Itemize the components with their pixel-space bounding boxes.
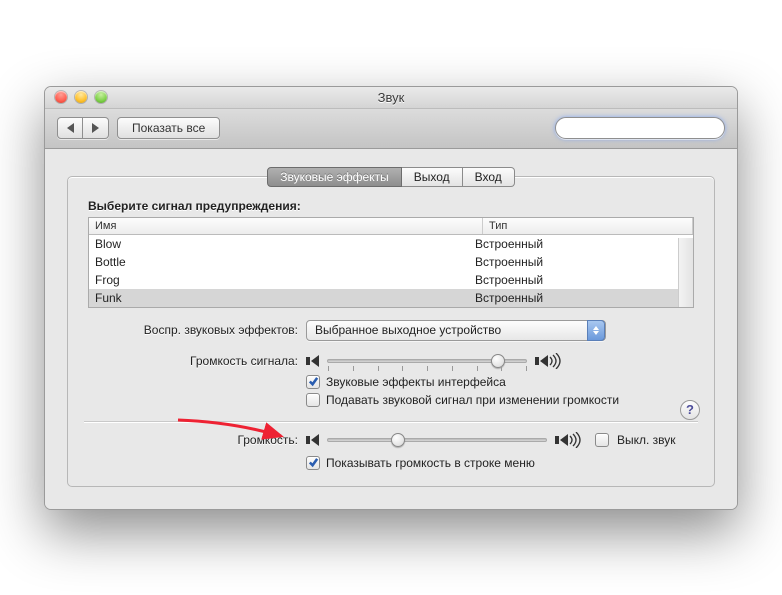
back-button[interactable]	[57, 117, 83, 139]
table-row[interactable]: BottleВстроенный	[89, 253, 693, 271]
zoom-window-button[interactable]	[95, 91, 107, 103]
col-name[interactable]: Имя	[89, 218, 483, 234]
forward-button[interactable]	[83, 117, 109, 139]
content: Звуковые эффекты Выход Вход Выберите сиг…	[45, 149, 737, 509]
output-volume-slider[interactable]	[327, 438, 547, 442]
show-all-button[interactable]: Показать все	[117, 117, 220, 139]
speaker-high-icon	[555, 432, 581, 448]
mute-checkbox[interactable]	[595, 433, 609, 447]
tab-input[interactable]: Вход	[463, 167, 515, 187]
choose-alert-label: Выберите сигнал предупреждения:	[88, 199, 694, 213]
close-window-button[interactable]	[55, 91, 67, 103]
play-through-popup[interactable]: Выбранное выходное устройство	[306, 320, 606, 341]
cell-type: Встроенный	[469, 291, 693, 305]
search-field[interactable]	[555, 117, 725, 139]
play-through-value: Выбранное выходное устройство	[315, 323, 501, 337]
search-input[interactable]	[566, 121, 721, 135]
speaker-high-icon	[535, 353, 561, 369]
cell-type: Встроенный	[469, 255, 693, 269]
cell-name: Blow	[89, 237, 469, 251]
col-type[interactable]: Тип	[483, 218, 693, 234]
play-through-label: Воспр. звуковых эффектов:	[88, 323, 298, 337]
tab-output[interactable]: Выход	[402, 167, 463, 187]
titlebar: Звук	[45, 87, 737, 109]
table-row[interactable]: FunkВстроенный	[89, 289, 693, 307]
speaker-low-icon	[306, 434, 319, 446]
nav-segmented	[57, 117, 109, 139]
cell-type: Встроенный	[469, 273, 693, 287]
speaker-low-icon	[306, 355, 319, 367]
cell-name: Frog	[89, 273, 469, 287]
tab-bar: Звуковые эффекты Выход Вход	[67, 167, 715, 187]
table-header: Имя Тип	[89, 218, 693, 235]
feedback-row: Подавать звуковой сигнал при изменении г…	[88, 393, 694, 407]
alert-sounds-table[interactable]: Имя Тип BlowВстроенныйBottleВстроенныйFr…	[88, 217, 694, 308]
table-row[interactable]: FrogВстроенный	[89, 271, 693, 289]
menubar-checkbox[interactable]	[306, 456, 320, 470]
mute-label: Выкл. звук	[617, 433, 676, 447]
sound-preferences-window: Звук Показать все Звуковые эффекты Выход…	[44, 86, 738, 510]
toolbar: Показать все	[45, 109, 737, 149]
scrollbar[interactable]	[678, 238, 693, 307]
window-title: Звук	[45, 90, 737, 105]
cell-name: Funk	[89, 291, 469, 305]
cell-type: Встроенный	[469, 237, 693, 251]
ui-effects-label: Звуковые эффекты интерфейса	[326, 375, 506, 389]
table-row[interactable]: BlowВстроенный	[89, 235, 693, 253]
annotation-arrow-icon	[173, 412, 293, 452]
effects-panel: Выберите сигнал предупреждения: Имя Тип …	[67, 176, 715, 487]
alert-volume-slider[interactable]	[327, 359, 527, 363]
menubar-row: Показывать громкость в строке меню	[88, 456, 694, 470]
tab-sound-effects[interactable]: Звуковые эффекты	[267, 167, 401, 187]
feedback-checkbox[interactable]	[306, 393, 320, 407]
cell-name: Bottle	[89, 255, 469, 269]
alert-volume-row: Громкость сигнала:	[88, 353, 694, 369]
popup-arrows-icon	[587, 320, 605, 341]
feedback-label: Подавать звуковой сигнал при изменении г…	[326, 393, 619, 407]
minimize-window-button[interactable]	[75, 91, 87, 103]
ui-effects-row: Звуковые эффекты интерфейса	[88, 375, 694, 389]
help-button[interactable]: ?	[680, 400, 700, 420]
alert-volume-label: Громкость сигнала:	[88, 354, 298, 368]
ui-effects-checkbox[interactable]	[306, 375, 320, 389]
menubar-label: Показывать громкость в строке меню	[326, 456, 535, 470]
play-through-row: Воспр. звуковых эффектов: Выбранное выхо…	[88, 320, 694, 341]
